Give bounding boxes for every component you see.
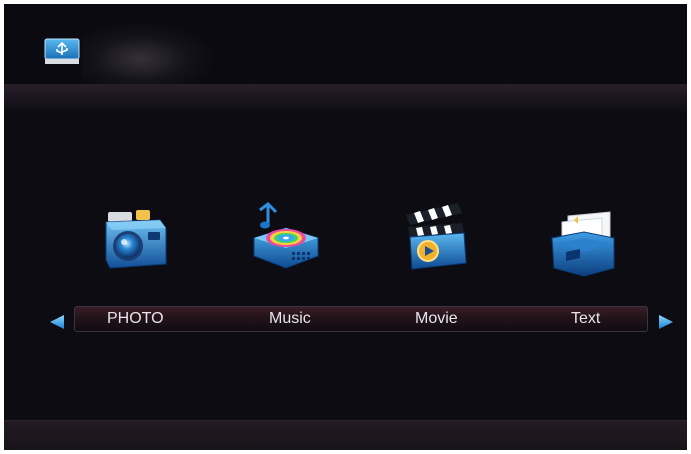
text-folder-icon[interactable] xyxy=(544,202,624,282)
arrow-right-icon[interactable] xyxy=(657,313,675,331)
source-label-area xyxy=(82,24,212,94)
music-player-icon[interactable] xyxy=(246,194,326,274)
category-label-movie[interactable]: Movie xyxy=(415,310,458,328)
bottom-bar xyxy=(4,420,687,450)
camera-icon[interactable] xyxy=(96,200,176,280)
arrow-left-icon[interactable] xyxy=(48,313,66,331)
category-label-music[interactable]: Music xyxy=(269,310,311,328)
usb-icon[interactable] xyxy=(44,38,80,66)
category-label-photo[interactable]: PHOTO xyxy=(107,310,164,328)
category-label-text[interactable]: Text xyxy=(571,310,600,328)
clapperboard-icon[interactable] xyxy=(398,197,478,277)
media-center-screen: PHOTO Music Movie Text xyxy=(4,4,687,450)
